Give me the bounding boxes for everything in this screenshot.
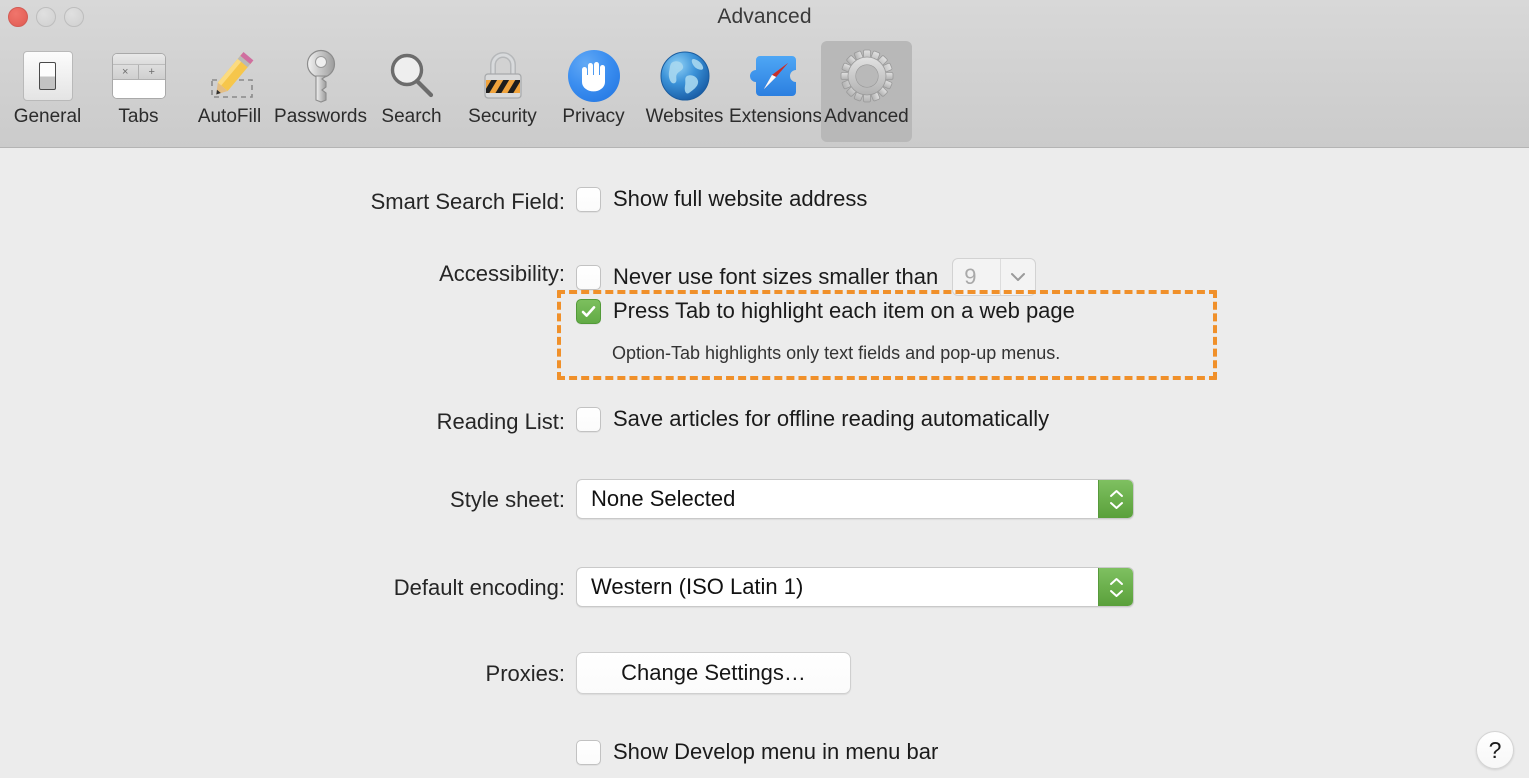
style-sheet-popup-button[interactable]: None Selected xyxy=(576,479,1134,519)
default-encoding-label: Default encoding: xyxy=(393,575,565,600)
autofill-icon xyxy=(201,47,259,105)
tab-passwords-label: Passwords xyxy=(274,106,367,127)
row-proxies-label: Proxies: xyxy=(0,661,565,687)
row-accessibility-fontsize: Never use font sizes smaller than 9 xyxy=(576,258,1037,296)
never-use-font-sizes-checkbox[interactable] xyxy=(576,264,601,290)
globe-icon xyxy=(656,47,714,105)
show-develop-menu-label: Show Develop menu in menu bar xyxy=(613,739,939,764)
preferences-window: Advanced General × + Tabs AutoFill Passw… xyxy=(0,0,1529,778)
show-full-website-address-label: Show full website address xyxy=(613,186,868,211)
tab-advanced-label: Advanced xyxy=(824,106,909,127)
default-encoding-popup-button[interactable]: Western (ISO Latin 1) xyxy=(576,567,1134,607)
press-tab-highlight-label: Press Tab to highlight each item on a we… xyxy=(613,298,1075,323)
change-settings-button-label: Change Settings… xyxy=(621,660,806,685)
traffic-lights xyxy=(8,7,84,27)
press-tab-highlight-checkbox[interactable] xyxy=(576,298,601,324)
preferences-toolbar: General × + Tabs AutoFill Passwords Sear… xyxy=(0,41,912,142)
never-use-font-sizes-label: Never use font sizes smaller than xyxy=(613,264,939,289)
show-develop-menu-checkbox[interactable] xyxy=(576,739,601,765)
puzzle-icon xyxy=(747,47,805,105)
row-reading-list-control: Save articles for offline reading automa… xyxy=(576,406,1049,432)
row-reading-list-label: Reading List: xyxy=(0,409,565,435)
advanced-pane: Smart Search Field: Show full website ad… xyxy=(0,148,1529,778)
window-title: Advanced xyxy=(717,5,812,28)
row-smart-search-field-control: Show full website address xyxy=(576,186,867,212)
tab-autofill[interactable]: AutoFill xyxy=(184,41,275,132)
help-button-glyph: ? xyxy=(1488,736,1502,763)
titlebar-toolbar: Advanced General × + Tabs AutoFill Passw… xyxy=(0,0,1529,148)
tab-general[interactable]: General xyxy=(2,41,93,132)
proxies-label: Proxies: xyxy=(485,661,565,686)
press-tab-highlight-caption: Option-Tab highlights only text fields a… xyxy=(612,343,1061,363)
hand-icon xyxy=(565,47,623,105)
show-full-website-address-checkbox[interactable] xyxy=(576,186,601,212)
tabs-icon-close-glyph: × xyxy=(113,65,139,79)
tab-extensions-label: Extensions xyxy=(729,106,822,127)
row-style-sheet-label: Style sheet: xyxy=(0,487,565,513)
tabs-icon-add-glyph: + xyxy=(148,65,155,78)
save-articles-offline-checkbox[interactable] xyxy=(576,406,601,432)
tab-websites[interactable]: Websites xyxy=(639,41,730,132)
tab-tabs[interactable]: × + Tabs xyxy=(93,41,184,132)
magnifier-icon xyxy=(383,47,441,105)
style-sheet-label: Style sheet: xyxy=(450,487,565,512)
row-default-encoding-label: Default encoding: xyxy=(0,575,565,601)
key-icon xyxy=(292,47,350,105)
row-develop-menu: Show Develop menu in menu bar xyxy=(576,739,938,765)
chevron-down-icon[interactable] xyxy=(1000,259,1035,295)
tab-websites-label: Websites xyxy=(645,106,724,127)
reading-list-label: Reading List: xyxy=(436,409,565,434)
row-press-tab-caption: Option-Tab highlights only text fields a… xyxy=(612,343,1060,364)
tab-search-label: Search xyxy=(381,106,442,127)
tabs-icon: × + xyxy=(110,47,168,105)
tab-privacy[interactable]: Privacy xyxy=(548,41,639,132)
tab-passwords[interactable]: Passwords xyxy=(274,41,367,132)
smart-search-field-label: Smart Search Field: xyxy=(370,189,565,214)
change-settings-button[interactable]: Change Settings… xyxy=(576,652,851,694)
save-articles-offline-label: Save articles for offline reading automa… xyxy=(613,406,1050,431)
default-encoding-value: Western (ISO Latin 1) xyxy=(591,574,804,599)
minimum-font-size-value: 9 xyxy=(964,264,977,289)
style-sheet-stepper-icon[interactable] xyxy=(1098,480,1133,518)
help-button[interactable]: ? xyxy=(1476,731,1514,769)
row-smart-search-field-label: Smart Search Field: xyxy=(0,189,565,215)
tab-extensions[interactable]: Extensions xyxy=(729,41,822,132)
tab-advanced[interactable]: Advanced xyxy=(821,41,912,142)
minimize-button[interactable] xyxy=(36,7,56,27)
maximize-button[interactable] xyxy=(64,7,84,27)
row-press-tab: Press Tab to highlight each item on a we… xyxy=(576,298,1075,324)
style-sheet-value: None Selected xyxy=(591,486,736,511)
tab-privacy-label: Privacy xyxy=(562,106,625,127)
general-icon xyxy=(19,47,77,105)
tab-tabs-label: Tabs xyxy=(118,106,159,127)
minimum-font-size-combobox[interactable]: 9 xyxy=(952,258,1037,296)
gear-icon xyxy=(838,47,896,105)
accessibility-label: Accessibility: xyxy=(439,261,565,286)
tab-autofill-label: AutoFill xyxy=(197,106,262,127)
close-button[interactable] xyxy=(8,7,28,27)
tab-general-label: General xyxy=(13,106,82,127)
tab-search[interactable]: Search xyxy=(366,41,457,132)
default-encoding-stepper-icon[interactable] xyxy=(1098,568,1133,606)
lock-icon xyxy=(474,47,532,105)
tab-security[interactable]: Security xyxy=(457,41,548,132)
row-accessibility-label: Accessibility: xyxy=(0,261,565,287)
tab-security-label: Security xyxy=(468,106,537,127)
